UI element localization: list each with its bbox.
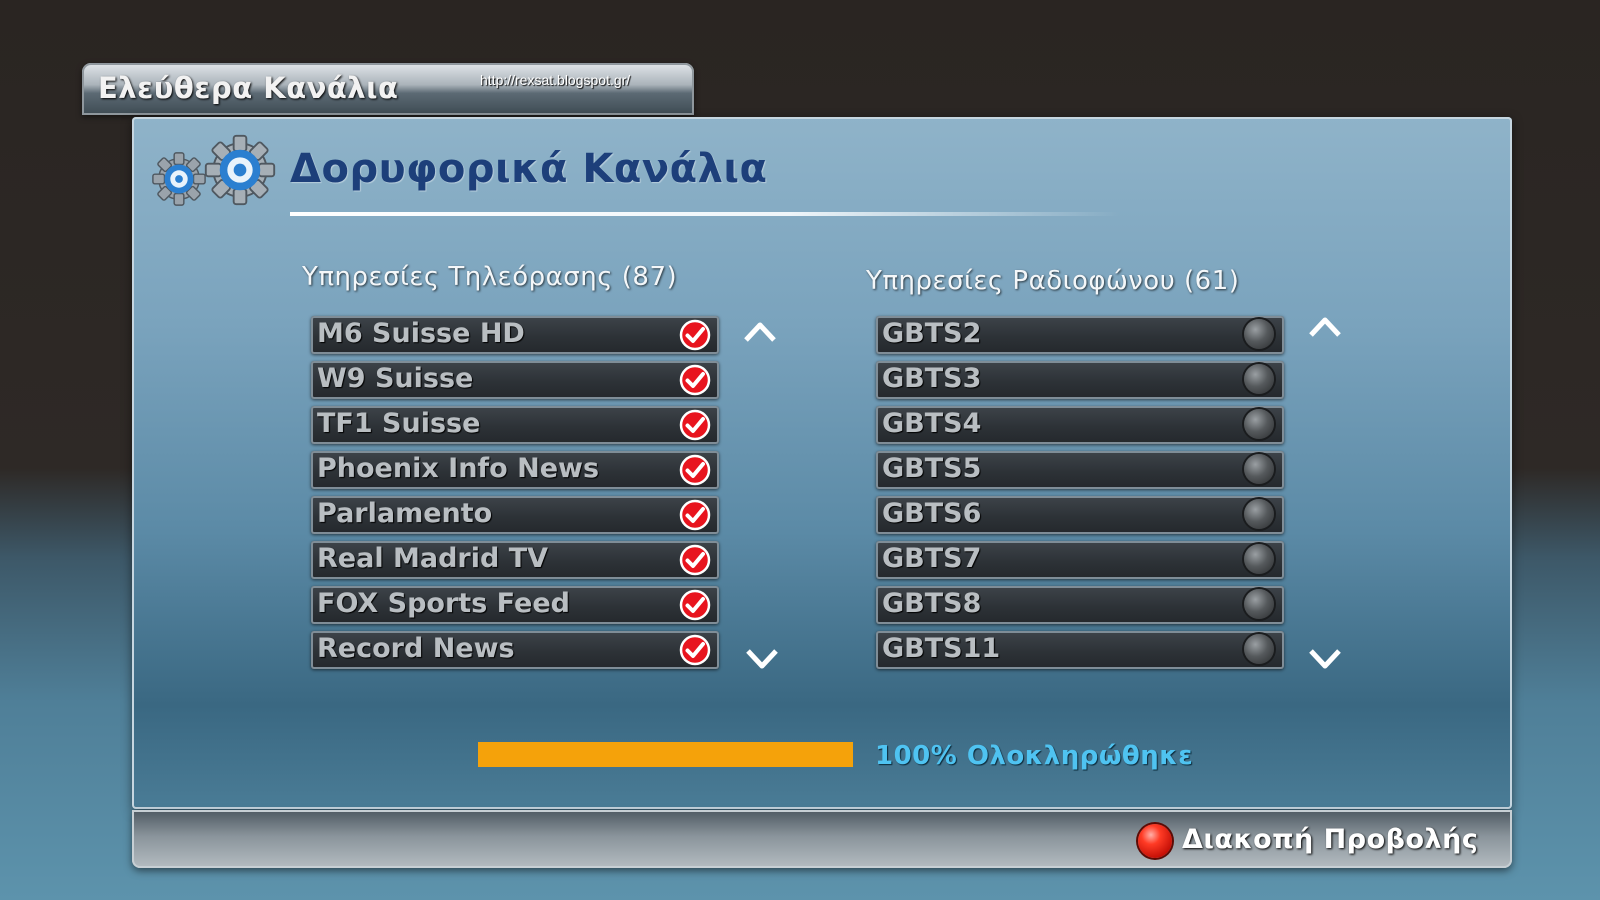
scroll-down-arrow-icon[interactable] [746, 648, 778, 670]
scroll-up-arrow-icon[interactable] [1309, 316, 1341, 338]
radio-channel-item[interactable]: GBTS6 [876, 496, 1284, 534]
channel-name: GBTS6 [882, 498, 982, 529]
channel-name: Phoenix Info News [317, 453, 600, 484]
checkmark-icon[interactable] [679, 499, 711, 531]
radio-channel-item[interactable]: GBTS5 [876, 451, 1284, 489]
channel-name: GBTS3 [882, 363, 982, 394]
channel-name: GBTS11 [882, 633, 1001, 664]
checkmark-icon[interactable] [679, 319, 711, 351]
radio-channel-item[interactable]: GBTS2 [876, 316, 1284, 354]
page-title: Δορυφορικά Κανάλια [290, 146, 768, 192]
stop-view-label[interactable]: Διακοπή Προβολής [1182, 824, 1478, 855]
radio-channel-item[interactable]: GBTS8 [876, 586, 1284, 624]
channel-name: W9 Suisse [317, 363, 474, 394]
red-button-icon[interactable] [1138, 824, 1172, 858]
checkmark-icon[interactable] [679, 634, 711, 666]
channel-name: GBTS4 [882, 408, 982, 439]
channel-name: TF1 Suisse [317, 408, 481, 439]
tv-channel-item[interactable]: Real Madrid TV [311, 541, 719, 579]
channel-name: Record News [317, 633, 515, 664]
tv-channel-item[interactable]: Phoenix Info News [311, 451, 719, 489]
tv-channel-item[interactable]: Parlamento [311, 496, 719, 534]
tv-services-heading: Υπηρεσίες Τηλεόρασης (87) [302, 262, 678, 292]
tv-channel-item[interactable]: W9 Suisse [311, 361, 719, 399]
tv-services-list: M6 Suisse HD W9 Suisse TF1 Suisse Phoeni… [311, 316, 719, 676]
channel-name: GBTS2 [882, 318, 982, 349]
radio-toggle-icon[interactable] [1244, 319, 1274, 349]
channel-name: M6 Suisse HD [317, 318, 525, 349]
radio-toggle-icon[interactable] [1244, 364, 1274, 394]
watermark-url: http://rexsat.blogspot.gr/ [480, 72, 631, 88]
radio-toggle-icon[interactable] [1244, 634, 1274, 664]
radio-channel-item[interactable]: GBTS7 [876, 541, 1284, 579]
tab-title: Ελεύθερα Κανάλια [98, 71, 399, 105]
radio-toggle-icon[interactable] [1244, 499, 1274, 529]
scroll-up-arrow-icon[interactable] [744, 321, 776, 343]
channel-name: FOX Sports Feed [317, 588, 570, 619]
radio-services-heading: Υπηρεσίες Ραδιοφώνου (61) [866, 266, 1240, 296]
checkmark-icon[interactable] [679, 454, 711, 486]
gear-icon [152, 152, 206, 206]
channel-name: GBTS8 [882, 588, 982, 619]
progress-status-text: 100% Ολοκληρώθηκε [875, 741, 1194, 771]
channel-name: GBTS7 [882, 543, 982, 574]
radio-channel-item[interactable]: GBTS4 [876, 406, 1284, 444]
checkmark-icon[interactable] [679, 409, 711, 441]
tv-channel-item[interactable]: TF1 Suisse [311, 406, 719, 444]
channel-name: GBTS5 [882, 453, 982, 484]
radio-toggle-icon[interactable] [1244, 544, 1274, 574]
title-divider [290, 212, 1120, 216]
scroll-down-arrow-icon[interactable] [1309, 648, 1341, 670]
progress-bar-fill [478, 742, 853, 767]
gear-icon [204, 134, 276, 206]
checkmark-icon[interactable] [679, 589, 711, 621]
channel-name: Real Madrid TV [317, 543, 549, 574]
radio-toggle-icon[interactable] [1244, 589, 1274, 619]
tv-channel-item[interactable]: M6 Suisse HD [311, 316, 719, 354]
checkmark-icon[interactable] [679, 364, 711, 396]
radio-toggle-icon[interactable] [1244, 454, 1274, 484]
tv-channel-item[interactable]: FOX Sports Feed [311, 586, 719, 624]
channel-name: Parlamento [317, 498, 493, 529]
radio-channel-item[interactable]: GBTS3 [876, 361, 1284, 399]
checkmark-icon[interactable] [679, 544, 711, 576]
progress-bar [478, 742, 853, 767]
tv-channel-item[interactable]: Record News [311, 631, 719, 669]
radio-channel-item[interactable]: GBTS11 [876, 631, 1284, 669]
radio-services-list: GBTS2 GBTS3 GBTS4 GBTS5 GBTS6 GBTS7 GBTS… [876, 316, 1284, 676]
top-tab: Ελεύθερα Κανάλια http://rexsat.blogspot.… [82, 63, 694, 115]
radio-toggle-icon[interactable] [1244, 409, 1274, 439]
